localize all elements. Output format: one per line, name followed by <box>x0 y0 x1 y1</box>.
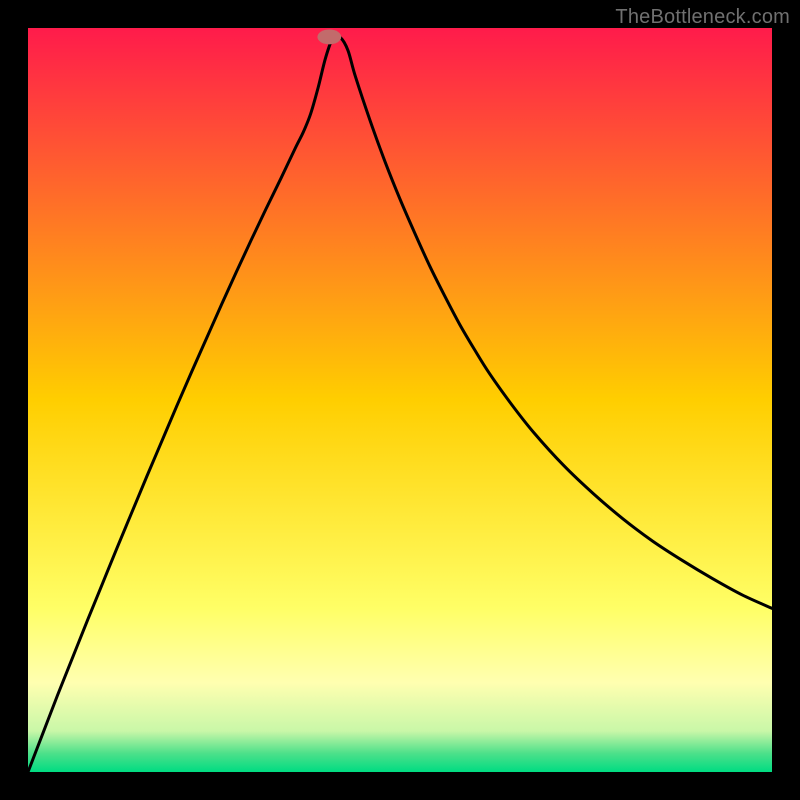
watermark-text: TheBottleneck.com <box>615 6 790 29</box>
target-marker <box>317 29 341 44</box>
plot-area <box>28 28 772 772</box>
chart-frame: TheBottleneck.com <box>0 0 800 800</box>
gradient-background <box>28 28 772 772</box>
chart-svg <box>28 28 772 772</box>
